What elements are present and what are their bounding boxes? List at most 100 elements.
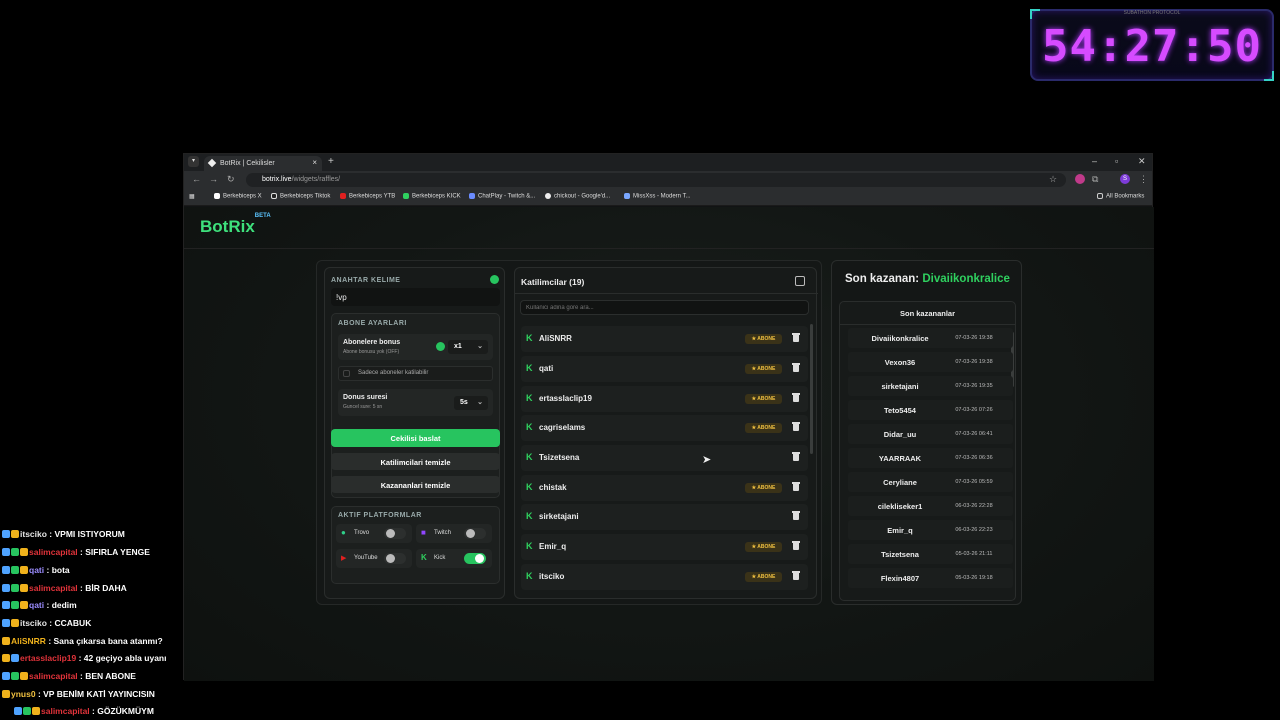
minimize-icon[interactable]: – <box>1092 156 1097 166</box>
tab-close-icon[interactable]: × <box>312 158 317 167</box>
participant-row: Kcagriselams ★ ABONE <box>521 415 808 441</box>
keyword-input[interactable]: !vp <box>331 288 500 306</box>
apps-grid-icon[interactable]: ▦ <box>189 193 195 200</box>
duration-row: Donus suresi Guncel sure: 5 sn 5s ⌄ <box>338 389 493 416</box>
tab-search-icon[interactable]: ▾ <box>188 156 199 167</box>
back-icon[interactable]: ← <box>192 174 201 184</box>
chat-line: ynus0 : VP BENİM KATİ YAYINCISIN <box>2 689 155 699</box>
platform-twitch: ■ Twitch <box>416 524 492 543</box>
youtube-icon: ▶ <box>341 555 347 562</box>
clear-winners-button[interactable]: Kazananlari temizle <box>331 476 500 493</box>
multiplier-select[interactable]: x1 ⌄ <box>448 340 488 354</box>
duration-select[interactable]: 5s ⌄ <box>454 396 488 410</box>
participant-row: K Emir_q ★ ABONE <box>521 534 808 560</box>
reload-icon[interactable]: ↻ <box>227 174 235 185</box>
new-tab-icon[interactable]: + <box>328 156 334 167</box>
tab-botrix[interactable]: BotRix | Cekilisler × <box>204 156 322 171</box>
youtube-toggle[interactable] <box>384 553 406 564</box>
trash-icon[interactable] <box>792 422 800 432</box>
kick-icon: K <box>526 393 533 403</box>
timer-value: 54:27:50 <box>1042 21 1262 72</box>
bookmark-item[interactable]: MissXss - Modern T... <box>624 193 691 200</box>
sub-badge: ★ ABONE <box>745 542 782 552</box>
platform-name: Trovo <box>354 530 370 536</box>
platform-name: YouTube <box>354 555 378 561</box>
bookmark-star-icon[interactable]: ☆ <box>1049 174 1057 185</box>
badge-icon <box>2 654 10 662</box>
clear-participants-button[interactable]: Katilimcilari temizle <box>331 453 500 470</box>
badge-icon <box>11 672 19 680</box>
tab-bar: ▾ BotRix | Cekilisler × + – ▫ ✕ <box>184 154 1152 171</box>
info-icon[interactable] <box>490 275 499 284</box>
bookmark-item[interactable]: ChatPlay - Twitch &... <box>469 193 535 200</box>
kick-toggle[interactable] <box>464 553 486 564</box>
bookmark-item[interactable]: Berkebiceps KICK <box>403 193 461 200</box>
bookmark-item[interactable]: Berkebiceps X <box>214 193 262 200</box>
scrollbar[interactable] <box>810 324 813 454</box>
participant-row: K Tsizetsena <box>521 445 808 471</box>
copy-icon[interactable] <box>795 276 805 286</box>
sub-badge: ★ ABONE <box>745 483 782 493</box>
bookmark-item[interactable]: Berkebiceps YTB <box>340 193 395 200</box>
sub-badge: ★ ABONE <box>745 423 782 433</box>
sub-bonus-desc: Abone bonusu yok (OFF) <box>343 349 400 355</box>
url-path: /widgets/raffles/ <box>291 176 341 183</box>
subs-only-checkbox[interactable] <box>343 370 350 377</box>
address-bar-row: ← → ↻ botrix.live/widgets/raffles/ ☆ ⧉ S… <box>184 171 1152 189</box>
header-divider <box>184 248 1154 249</box>
participant-search-input[interactable] <box>520 300 809 315</box>
url-input[interactable]: botrix.live/widgets/raffles/ <box>246 173 1066 187</box>
trovo-toggle[interactable] <box>384 528 406 539</box>
trash-icon[interactable] <box>792 452 800 462</box>
profile-avatar[interactable]: S <box>1120 174 1130 184</box>
maximize-icon[interactable]: ▫ <box>1115 156 1118 166</box>
chat-line: qati : bota <box>2 565 70 575</box>
chat-line: AliSNRR : Sana çıkarsa bana atanmı? <box>2 636 163 646</box>
winner-row: Ceryliane 07-03-26 05:59 <box>848 472 1013 492</box>
url-host: botrix.live <box>262 176 292 183</box>
chat-line: itsciko : VPMI ISTIYORUM <box>2 529 125 539</box>
bookmark-item[interactable]: chickout - Google'd... <box>545 193 610 200</box>
subs-only-label: Sadece aboneler katilabilir <box>358 370 429 376</box>
winner-row: Teto5454 07-03-26 07:26 <box>848 400 1013 420</box>
badge-icon <box>2 566 10 574</box>
twitch-icon: ■ <box>421 528 426 537</box>
extensions-puzzle-icon[interactable]: ⧉ <box>1092 174 1098 185</box>
timer-caption: SUBATHON PROTOCOL <box>1123 10 1181 16</box>
subs-only-row[interactable]: Sadece aboneler katilabilir <box>338 366 493 381</box>
participant-row: K AliSNRR ★ ABONE <box>521 326 808 352</box>
winner-row: sirketajani 07-03-26 19:35 <box>848 376 1013 396</box>
menu-kebab-icon[interactable]: ⋮ <box>1139 174 1148 185</box>
sub-bonus-info-icon[interactable] <box>436 342 445 351</box>
sub-bonus-title: Abonelere bonus <box>343 339 401 346</box>
chevron-down-icon: ⌄ <box>477 343 483 350</box>
last-winner-name: Divaiikonkralice <box>922 273 1010 285</box>
trash-icon[interactable] <box>792 511 800 521</box>
trash-icon[interactable] <box>792 571 800 581</box>
kick-icon: K <box>421 553 427 562</box>
all-bookmarks[interactable]: All Bookmarks <box>1097 193 1144 200</box>
trash-icon[interactable] <box>792 482 800 492</box>
badge-icon <box>11 584 19 592</box>
participants-panel: Katilimcilar (19) KAliSNRR★ ABONE Kqati★… <box>514 267 818 599</box>
trash-icon[interactable] <box>792 333 800 343</box>
forward-icon[interactable]: → <box>209 174 218 184</box>
bookmark-item[interactable]: Berkebiceps Tiktok <box>271 193 330 200</box>
trash-icon[interactable] <box>792 541 800 551</box>
badge-icon <box>20 584 28 592</box>
timer-corner-decoration <box>1264 71 1274 81</box>
divider <box>840 324 1015 325</box>
badge-icon <box>20 566 28 574</box>
twitch-toggle[interactable] <box>464 528 486 539</box>
badge-icon <box>2 690 10 698</box>
trash-icon[interactable] <box>792 393 800 403</box>
close-window-icon[interactable]: ✕ <box>1138 156 1146 167</box>
botrix-logo[interactable]: BotRixBETA <box>200 213 271 237</box>
sub-settings-box: ABONE AYARLARI Abonelere bonus Abone bon… <box>331 313 500 498</box>
start-raffle-button[interactable]: Cekilisi baslat <box>331 429 500 447</box>
badge-icon <box>2 601 10 609</box>
trash-icon[interactable] <box>792 363 800 373</box>
extension-icon[interactable] <box>1075 174 1085 184</box>
winner-row: cilekliseker1 06-03-26 22:28 <box>848 496 1013 516</box>
platform-kick: K Kick <box>416 549 492 568</box>
